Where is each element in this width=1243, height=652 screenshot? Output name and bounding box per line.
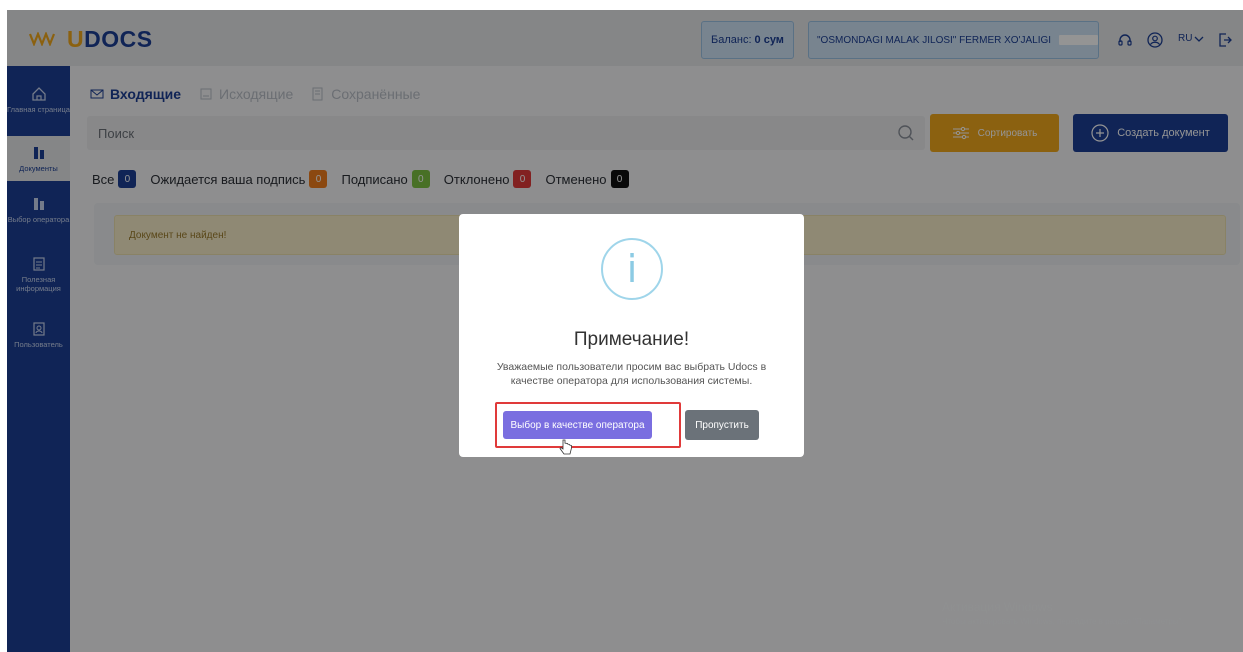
hand-cursor-icon [559, 439, 572, 455]
skip-button[interactable]: Пропустить [685, 410, 759, 440]
select-operator-button[interactable]: Выбор в качестве оператора [503, 411, 652, 439]
notice-modal: i Примечание! Уважаемые пользователи про… [459, 214, 804, 457]
modal-title: Примечание! [573, 329, 690, 350]
select-operator-label: Выбор в качестве оператора [510, 419, 645, 431]
app-window: UDOCS Баланс: 0 сум "OSMONDAGI MALAK JILO… [7, 10, 1243, 652]
modal-message: Уважаемые пользователи просим вас выбрат… [496, 361, 767, 387]
skip-label: Пропустить [695, 419, 749, 431]
info-icon: i [601, 238, 663, 300]
